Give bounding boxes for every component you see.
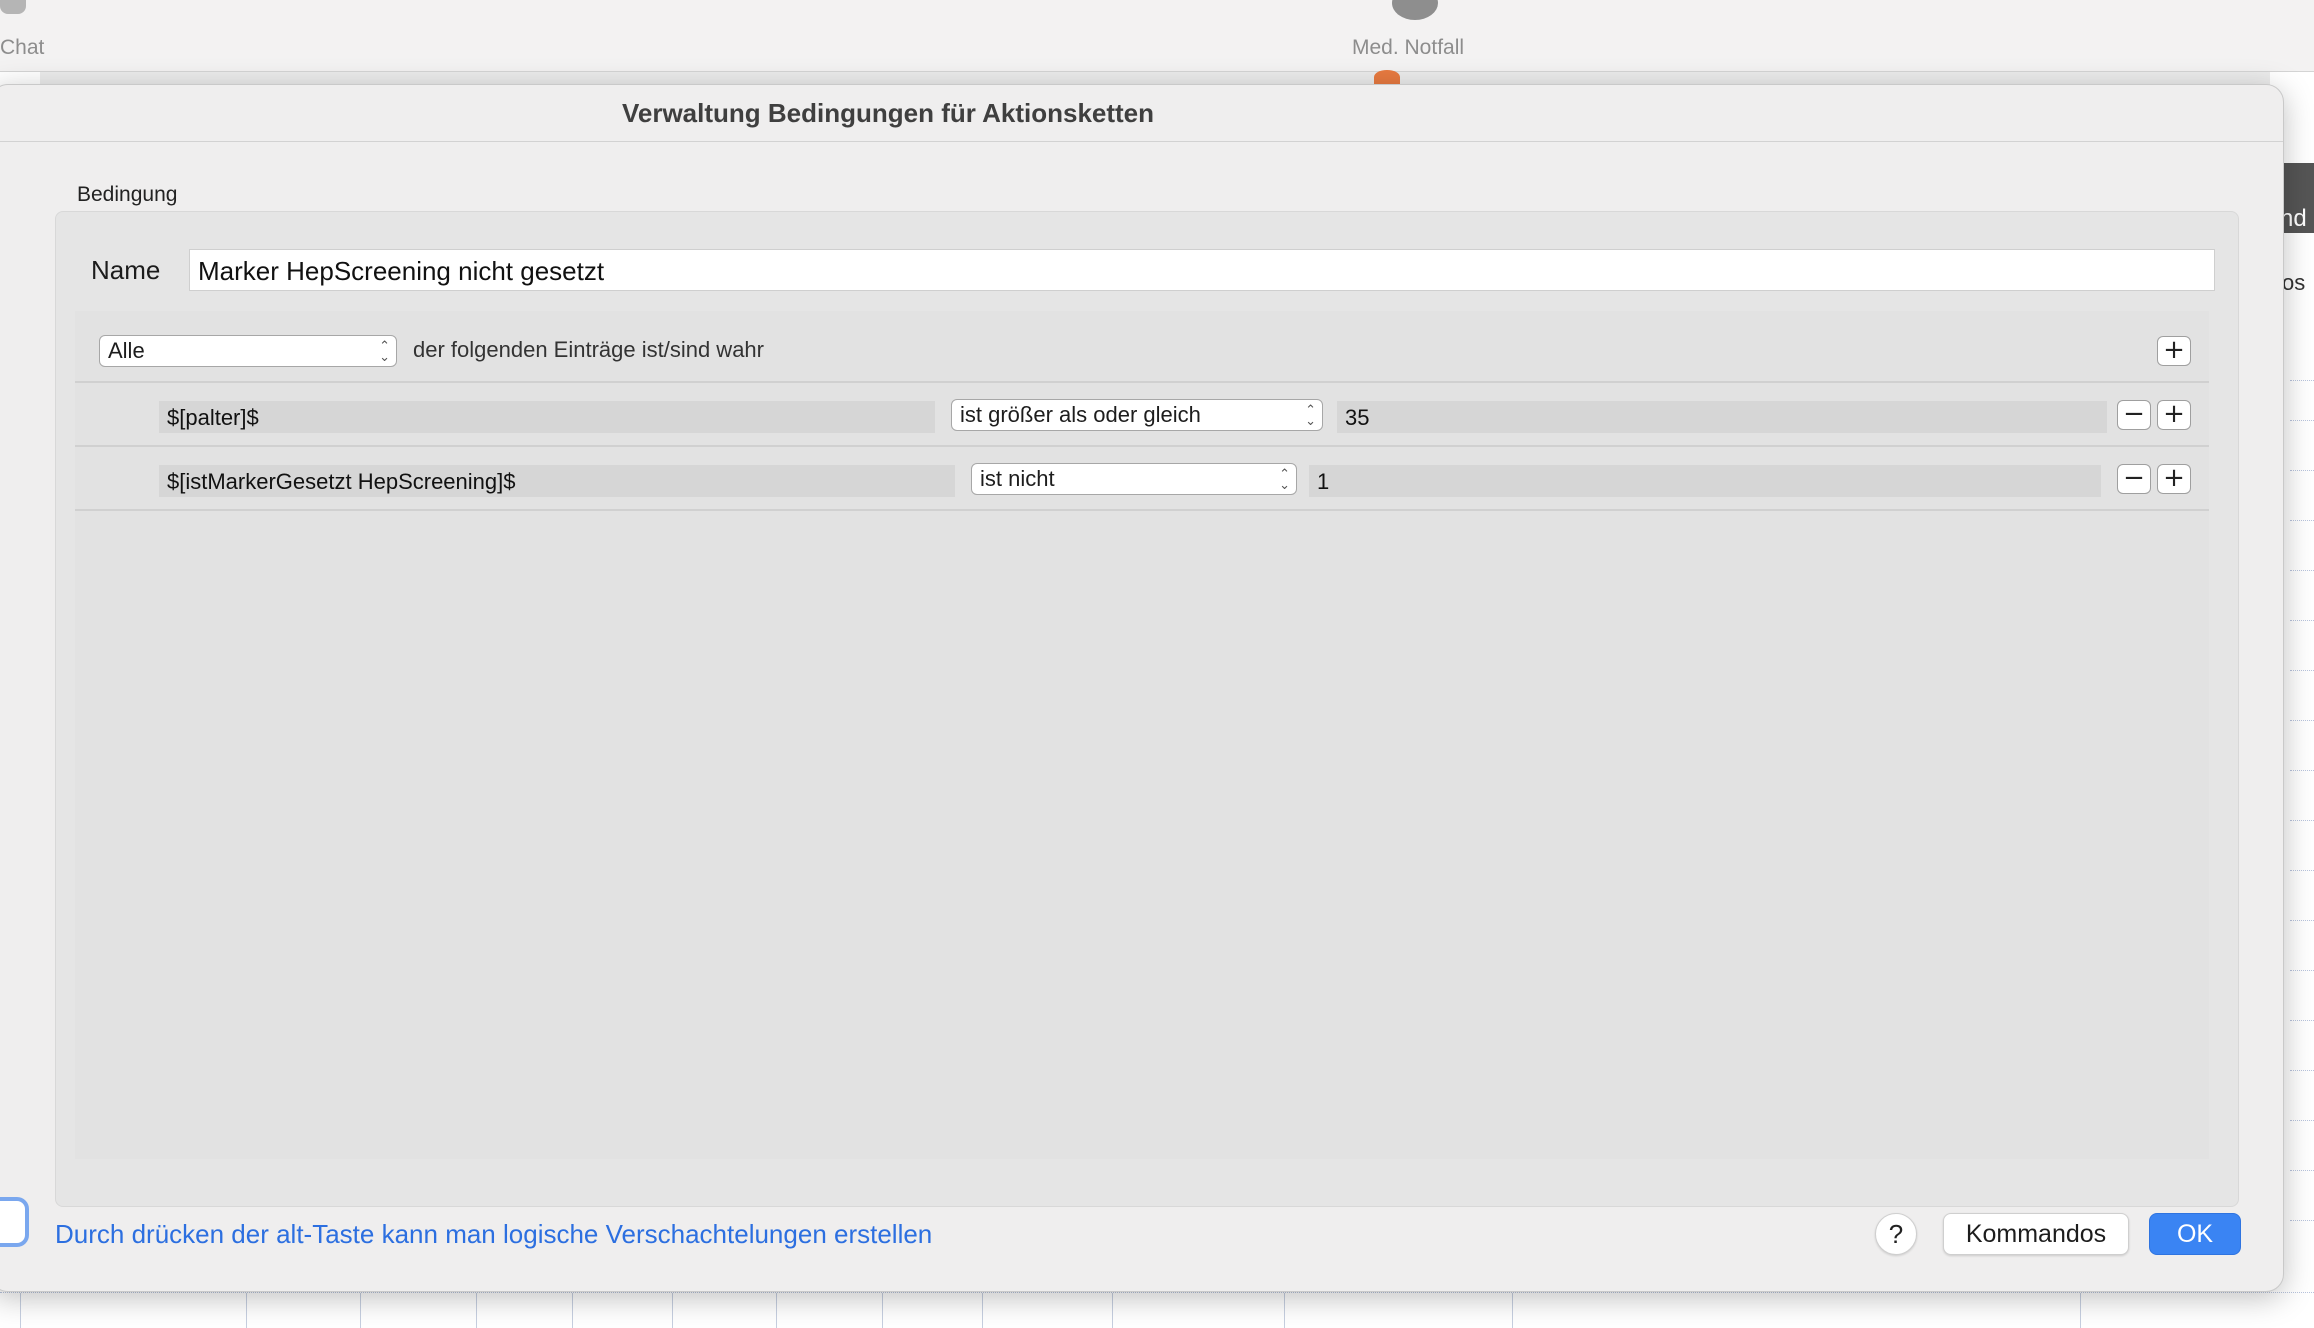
grid-line [1112, 1293, 1113, 1328]
row-divider [75, 509, 2209, 511]
divider [2290, 670, 2314, 671]
grid-line [882, 1293, 883, 1328]
background-right-label: os [2282, 270, 2306, 295]
chevron-updown-icon: ⌃ ⌄ [379, 338, 390, 364]
match-all-select[interactable]: Alle ⌃ ⌄ [99, 335, 397, 367]
add-condition-button[interactable]: + [2157, 336, 2191, 366]
dialog-title: Verwaltung Bedingungen für Aktionsketten [621, 98, 1155, 128]
question-mark-icon: ? [1888, 1219, 1904, 1249]
divider [2290, 420, 2314, 421]
background-right-header: nd [2280, 163, 2314, 233]
name-input[interactable]: Marker HepScreening nicht gesetzt [189, 249, 2215, 291]
focused-list-control[interactable] [0, 1197, 29, 1247]
divider [2290, 870, 2314, 871]
remove-condition-button[interactable]: − [2117, 400, 2151, 430]
grid-line [476, 1293, 477, 1328]
condition-operator-select[interactable]: ist größer als oder gleich ⌃ ⌄ [951, 399, 1323, 431]
grid-line [2080, 1293, 2081, 1328]
background-toolbar: Chat Med. Notfall [0, 0, 2314, 84]
condition-value-field[interactable]: 35 [1337, 401, 2107, 433]
divider [2290, 1120, 2314, 1121]
row-divider [75, 381, 2209, 383]
grid-line [360, 1293, 361, 1328]
divider [2290, 520, 2314, 521]
toolbar-notfall-label[interactable]: Med. Notfall [1352, 36, 1464, 60]
title-divider [0, 141, 2283, 142]
grid-line [1284, 1293, 1285, 1328]
divider [2290, 720, 2314, 721]
divider [2290, 1070, 2314, 1071]
divider [2290, 1220, 2314, 1221]
condition-variable-field[interactable]: $[istMarkerGesetzt HepScreening]$ [159, 465, 955, 497]
condition-operator-value: ist nicht [980, 466, 1055, 491]
name-label: Name [91, 255, 161, 285]
remove-condition-button[interactable]: − [2117, 464, 2151, 494]
toolbar-chat-label[interactable]: Chat [0, 36, 44, 60]
grid-line [776, 1293, 777, 1328]
emergency-badge-icon[interactable] [1392, 0, 1438, 20]
divider [2290, 920, 2314, 921]
grid-line [572, 1293, 573, 1328]
divider [2290, 1020, 2314, 1021]
condition-operator-value: ist größer als oder gleich [960, 402, 1201, 427]
conditions-panel [75, 311, 2209, 1159]
grid-line [1512, 1293, 1513, 1328]
divider [2290, 620, 2314, 621]
ok-button[interactable]: OK [2149, 1213, 2241, 1255]
group-label: Bedingung [77, 183, 178, 206]
chevron-updown-icon: ⌃ ⌄ [1305, 402, 1316, 428]
grid-line [672, 1293, 673, 1328]
condition-variable-field[interactable]: $[palter]$ [159, 401, 935, 433]
grid-line [982, 1293, 983, 1328]
chevron-updown-icon: ⌃ ⌄ [1279, 466, 1290, 492]
match-suffix-text: der folgenden Einträge ist/sind wahr [413, 337, 764, 362]
divider [2290, 970, 2314, 971]
condition-value-field[interactable]: 1 [1309, 465, 2101, 497]
match-all-select-value: Alle [108, 338, 145, 363]
conditions-dialog: Verwaltung Bedingungen für Aktionsketten… [0, 84, 2284, 1292]
divider [2290, 380, 2314, 381]
status-dot-icon [1374, 70, 1400, 84]
plus-icon: + [2163, 463, 2185, 493]
minus-icon: − [2123, 399, 2145, 429]
help-button[interactable]: ? [1875, 1213, 1917, 1255]
grid-line [20, 1293, 21, 1328]
plus-icon: + [2163, 399, 2185, 429]
condition-operator-select[interactable]: ist nicht ⌃ ⌄ [971, 463, 1297, 495]
divider [2290, 820, 2314, 821]
add-condition-button[interactable]: + [2157, 400, 2191, 430]
divider [2290, 570, 2314, 571]
chat-bubble-icon [0, 0, 26, 14]
grid-line [246, 1293, 247, 1328]
divider [2290, 1170, 2314, 1171]
plus-icon: + [2163, 335, 2185, 365]
divider [2290, 770, 2314, 771]
commands-button[interactable]: Kommandos [1943, 1213, 2129, 1255]
divider [2290, 470, 2314, 471]
minus-icon: − [2123, 463, 2145, 493]
row-divider [75, 445, 2209, 447]
background-calendar-grid [0, 1292, 2314, 1328]
add-condition-button[interactable]: + [2157, 464, 2191, 494]
alt-key-hint: Durch drücken der alt-Taste kann man log… [55, 1219, 933, 1249]
